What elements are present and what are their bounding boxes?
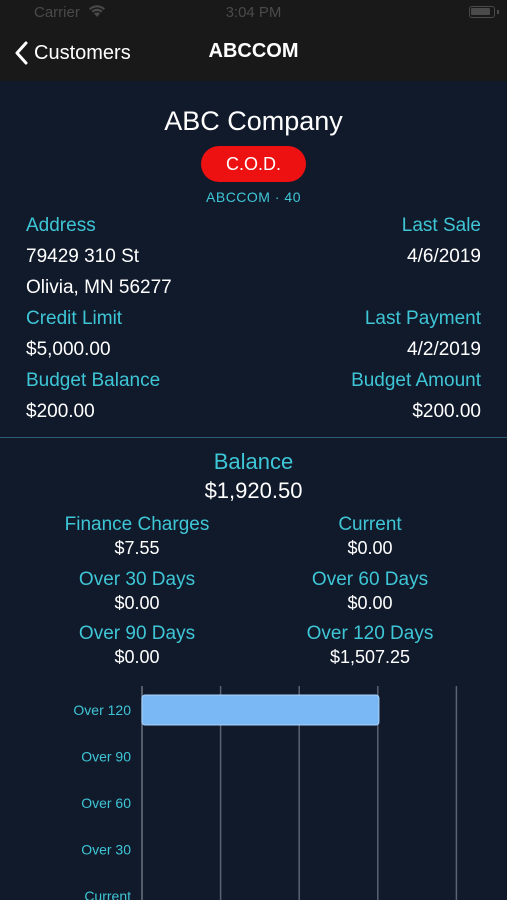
- over-30-value: $0.00: [114, 593, 160, 613]
- last-payment-label: Last Payment: [364, 308, 481, 329]
- section-divider: [0, 437, 507, 438]
- budget-balance-label: Budget Balance: [26, 370, 161, 391]
- over-90-value: $0.00: [114, 647, 160, 667]
- budget-amount-value: $200.00: [412, 401, 481, 422]
- address-label: Address: [26, 215, 96, 236]
- over-120-value: $1,507.25: [329, 647, 411, 667]
- status-time: 3:04 PM: [225, 4, 282, 21]
- finance-charges-value: $7.55: [114, 538, 160, 558]
- aging-chart: Over 120 Over 90 Over 60 Over 30 Current: [0, 686, 507, 900]
- budget-balance-value: $200.00: [26, 401, 95, 422]
- over-90-label: Over 90 Days: [78, 623, 196, 644]
- finance-charges-label: Finance Charges: [64, 514, 210, 535]
- over-60-label: Over 60 Days: [311, 569, 429, 590]
- credit-limit-value: $5,000.00: [26, 339, 111, 360]
- current-block: Current $0.00: [270, 514, 470, 559]
- balance-label: Balance: [213, 449, 294, 474]
- customer-code: ABCCOM · 40: [206, 189, 301, 205]
- chart-category-label: Over 60: [81, 795, 131, 811]
- battery-icon: [469, 6, 499, 18]
- cod-badge: C.O.D.: [201, 146, 306, 182]
- chart-category-label: Over 30: [81, 842, 131, 858]
- last-sale-value: 4/6/2019: [407, 246, 481, 267]
- status-bar: Carrier 3:04 PM: [0, 0, 507, 26]
- over-30-block: Over 30 Days $0.00: [37, 569, 237, 614]
- finance-charges-block: Finance Charges $7.55: [37, 514, 237, 559]
- chart-bar: [141, 694, 380, 726]
- over-120-block: Over 120 Days $1,507.25: [270, 623, 470, 668]
- over-30-label: Over 30 Days: [78, 569, 196, 590]
- address-line1: 79429 310 St: [26, 246, 140, 267]
- budget-amount-label: Budget Amount: [351, 370, 481, 391]
- company-name: ABC Company: [164, 106, 343, 136]
- aging-bar-chart: Over 120 Over 90 Over 60 Over 30 Current: [73, 686, 458, 900]
- over-120-label: Over 120 Days: [306, 623, 434, 644]
- nav-title: ABCCOM: [208, 40, 299, 62]
- credit-limit-label: Credit Limit: [26, 308, 123, 329]
- balance-value: $1,920.50: [204, 478, 303, 503]
- current-label: Current: [338, 514, 402, 535]
- chart-category-label: Over 120: [73, 702, 131, 718]
- chart-category-label: Over 90: [81, 749, 131, 765]
- over-90-block: Over 90 Days $0.00: [37, 623, 237, 668]
- current-value: $0.00: [347, 538, 393, 558]
- navigation-bar: Customers ABCCOM: [0, 26, 507, 81]
- last-payment-value: 4/2/2019: [407, 339, 481, 360]
- chart-category-label: Current: [84, 888, 131, 900]
- over-60-block: Over 60 Days $0.00: [270, 569, 470, 614]
- over-60-value: $0.00: [347, 593, 393, 613]
- last-sale-label: Last Sale: [401, 215, 481, 236]
- address-line2: Olivia, MN 56277: [26, 277, 172, 298]
